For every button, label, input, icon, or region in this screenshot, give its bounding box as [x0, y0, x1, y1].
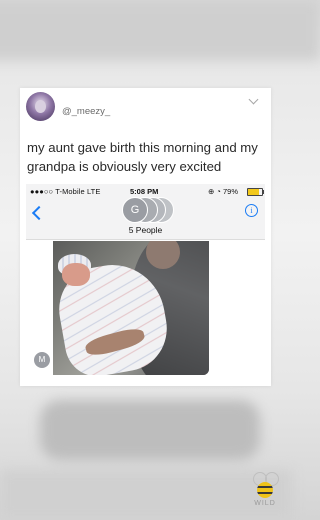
- people-count[interactable]: 5 People: [26, 225, 265, 235]
- battery-icon: [247, 188, 264, 196]
- info-icon[interactable]: i: [245, 204, 258, 217]
- user-handle[interactable]: @_meezy_: [62, 106, 110, 117]
- carrier-label: ●●●○○ T-Mobile LTE: [30, 187, 101, 196]
- back-chevron-icon[interactable]: [31, 205, 47, 221]
- group-avatar-initial: G: [122, 197, 148, 223]
- bee-logo-icon: WILD: [249, 468, 281, 512]
- sender-avatar: M: [34, 352, 50, 368]
- chevron-down-icon[interactable]: [248, 94, 259, 105]
- baby-face: [62, 263, 90, 286]
- embedded-screenshot: ●●●○○ T-Mobile LTE 5:08 PM ⊕ ◔ 79% G 5 P…: [26, 184, 265, 380]
- status-bar: ●●●○○ T-Mobile LTE 5:08 PM ⊕ ◔ 79%: [26, 187, 265, 197]
- battery-percentage: ⊕ ◔ 79%: [208, 187, 238, 196]
- status-time: 5:08 PM: [130, 187, 159, 196]
- messages-navbar: ●●●○○ T-Mobile LTE 5:08 PM ⊕ ◔ 79% G 5 P…: [26, 184, 265, 240]
- tweet-text: my aunt gave birth this morning and my g…: [27, 140, 258, 174]
- baby-photo[interactable]: [53, 241, 209, 375]
- tweet-card: @_meezy_ my aunt gave birth this morning…: [20, 88, 271, 386]
- watermark-label: WILD: [254, 500, 276, 507]
- user-avatar[interactable]: [26, 92, 55, 121]
- group-avatars[interactable]: G: [122, 197, 178, 223]
